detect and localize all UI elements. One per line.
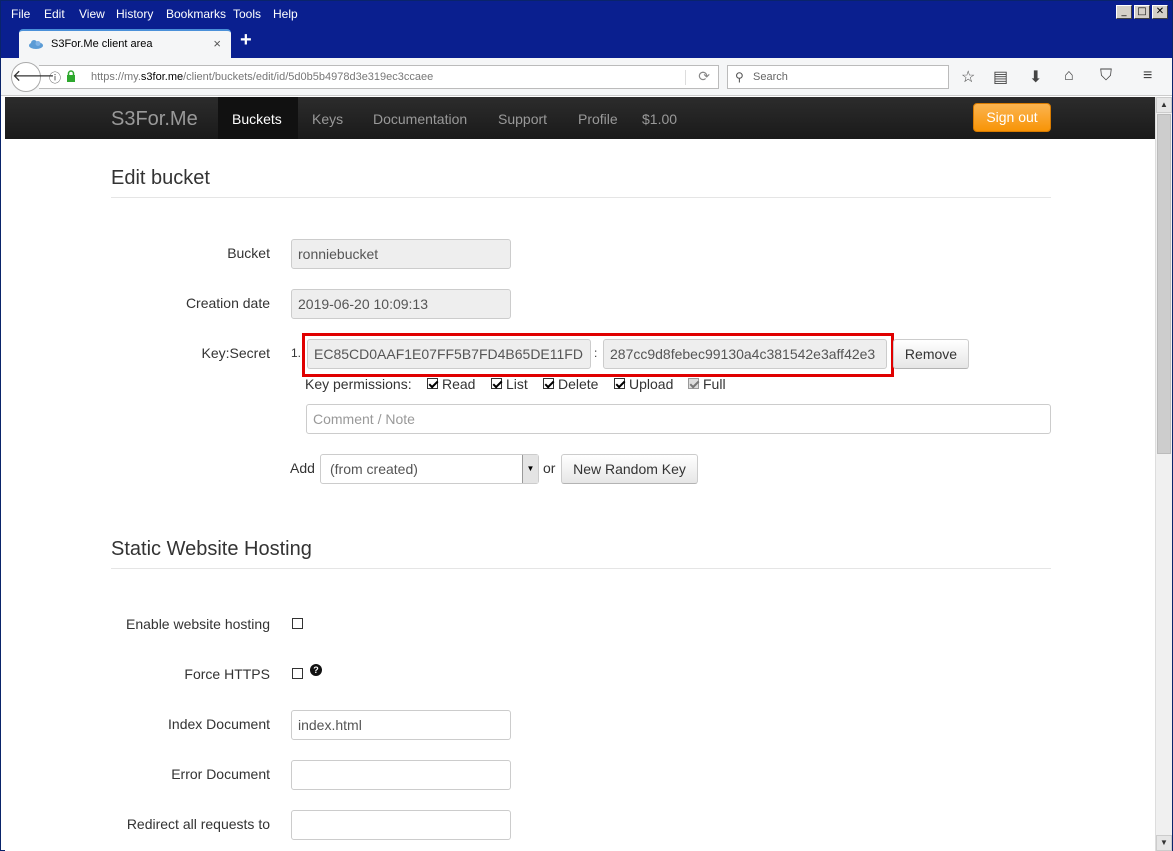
secret-key-field[interactable]: 287cc9d8febec99130a4c381542e3aff42e3 [603, 339, 887, 369]
url-bar[interactable]: ⓘ https://my.s3for.me/client/buckets/edi… [39, 65, 719, 89]
vertical-scrollbar[interactable]: ▲ ▼ [1155, 97, 1172, 851]
help-icon[interactable]: ? [310, 664, 322, 676]
index-document-label: Index Document [168, 716, 270, 732]
search-placeholder: Search [753, 71, 788, 83]
nav-support[interactable]: Support [498, 111, 547, 127]
enable-hosting-checkbox[interactable] [292, 618, 303, 629]
nav-buckets[interactable]: Buckets [232, 111, 282, 127]
hamburger-menu-icon[interactable]: ≡ [1143, 67, 1152, 85]
remove-key-button[interactable]: Remove [893, 339, 969, 369]
edit-bucket-heading: Edit bucket [111, 167, 210, 189]
menu-tools[interactable]: Tools [233, 7, 261, 21]
perm-delete-label: Delete [558, 376, 599, 392]
scroll-thumb[interactable] [1157, 114, 1171, 454]
creation-date-field[interactable]: 2019-06-20 10:09:13 [291, 289, 511, 319]
perm-read-label: Read [442, 376, 476, 392]
tab-strip: S3For.Me client area × + [1, 26, 1172, 58]
perm-list-label: List [506, 376, 528, 392]
downloads-icon[interactable]: ⬇ [1029, 67, 1042, 87]
nav-profile[interactable]: Profile [578, 111, 618, 127]
bucket-field[interactable]: ronniebucket [291, 239, 511, 269]
perm-upload-label: Upload [629, 376, 674, 392]
page-content: S3For.Me Buckets Keys Documentation Supp… [5, 97, 1155, 851]
pocket-icon[interactable]: ⛉ [1100, 67, 1112, 85]
menu-bar: File Edit View History Bookmarks Tools H… [1, 1, 1172, 26]
force-https-label: Force HTTPS [184, 666, 270, 682]
error-document-input[interactable] [291, 760, 511, 790]
perm-upload-checkbox[interactable] [614, 378, 625, 389]
minimize-button[interactable]: _ [1116, 5, 1132, 19]
browser-window: File Edit View History Bookmarks Tools H… [0, 0, 1173, 851]
nav-keys[interactable]: Keys [312, 111, 343, 127]
url-separator [685, 70, 686, 85]
comment-note-input[interactable]: Comment / Note [306, 404, 1051, 434]
reading-list-icon[interactable]: ▤ [993, 67, 1008, 87]
error-document-label: Error Document [171, 766, 270, 782]
url-text: https://my.s3for.me/client/buckets/edit/… [91, 71, 434, 83]
site-navbar: S3For.Me Buckets Keys Documentation Supp… [5, 97, 1155, 139]
new-tab-button[interactable]: + [240, 29, 252, 52]
perm-read-checkbox[interactable] [427, 378, 438, 389]
close-tab-icon[interactable]: × [213, 36, 221, 51]
perm-list-checkbox[interactable] [491, 378, 502, 389]
menu-edit[interactable]: Edit [44, 7, 65, 21]
index-document-input[interactable]: index.html [291, 710, 511, 740]
add-key-select-value: (from created) [330, 461, 418, 477]
back-arrow-icon: 🡐 [12, 68, 55, 85]
dropdown-arrow-icon[interactable]: ▼ [522, 455, 538, 483]
navigation-toolbar: ⓘ https://my.s3for.me/client/buckets/edi… [1, 58, 1172, 96]
redirect-label: Redirect all requests to [126, 816, 270, 832]
home-icon[interactable]: ⌂ [1064, 67, 1074, 85]
cloud-icon [29, 40, 43, 49]
brand-logo[interactable]: S3For.Me [111, 108, 198, 131]
reload-icon[interactable]: ⟳ [698, 68, 710, 85]
creation-date-label: Creation date [185, 295, 270, 311]
tab-title: S3For.Me client area [51, 38, 153, 50]
nav-balance[interactable]: $1.00 [642, 111, 677, 127]
or-label: or [543, 460, 556, 476]
menu-help[interactable]: Help [273, 7, 298, 21]
access-key-field[interactable]: EC85CD0AAF1E07FF5B7FD4B65DE11FD [307, 339, 591, 369]
key-permissions-label: Key permissions: [305, 376, 412, 392]
search-input[interactable]: ⚲ Search [727, 65, 949, 89]
divider [111, 197, 1051, 198]
search-icon: ⚲ [735, 70, 744, 84]
new-random-key-button[interactable]: New Random Key [561, 454, 698, 484]
bookmark-star-icon[interactable]: ☆ [961, 67, 975, 87]
scroll-down-icon[interactable]: ▼ [1156, 835, 1172, 851]
scroll-up-icon[interactable]: ▲ [1156, 97, 1172, 113]
enable-hosting-label: Enable website hosting [126, 616, 270, 632]
tab-s3forme[interactable]: S3For.Me client area × [19, 29, 231, 58]
perm-full-label: Full [703, 376, 726, 392]
perm-delete-checkbox[interactable] [543, 378, 554, 389]
key-secret-label: Key:Secret [201, 345, 270, 361]
menu-bookmarks[interactable]: Bookmarks [166, 7, 226, 21]
menu-file[interactable]: File [11, 7, 30, 21]
window-controls: _ □ ✕ [1116, 5, 1168, 19]
add-label: Add [290, 460, 315, 476]
divider [111, 568, 1051, 569]
maximize-button[interactable]: □ [1134, 5, 1150, 19]
close-window-button[interactable]: ✕ [1152, 5, 1168, 19]
nav-documentation[interactable]: Documentation [373, 111, 467, 127]
menu-view[interactable]: View [79, 7, 105, 21]
lock-icon [67, 70, 75, 82]
add-key-select[interactable]: (from created) ▼ [320, 454, 539, 484]
sign-out-button[interactable]: Sign out [973, 103, 1051, 132]
key-separator: : [594, 346, 598, 360]
perm-full-checkbox [688, 378, 699, 389]
menu-history[interactable]: History [116, 7, 153, 21]
key-index: 1. [291, 346, 302, 360]
static-hosting-heading: Static Website Hosting [111, 538, 312, 560]
redirect-input[interactable] [291, 810, 511, 840]
force-https-checkbox[interactable] [292, 668, 303, 679]
bucket-label: Bucket [227, 245, 270, 261]
back-button[interactable]: 🡐 [11, 62, 55, 92]
